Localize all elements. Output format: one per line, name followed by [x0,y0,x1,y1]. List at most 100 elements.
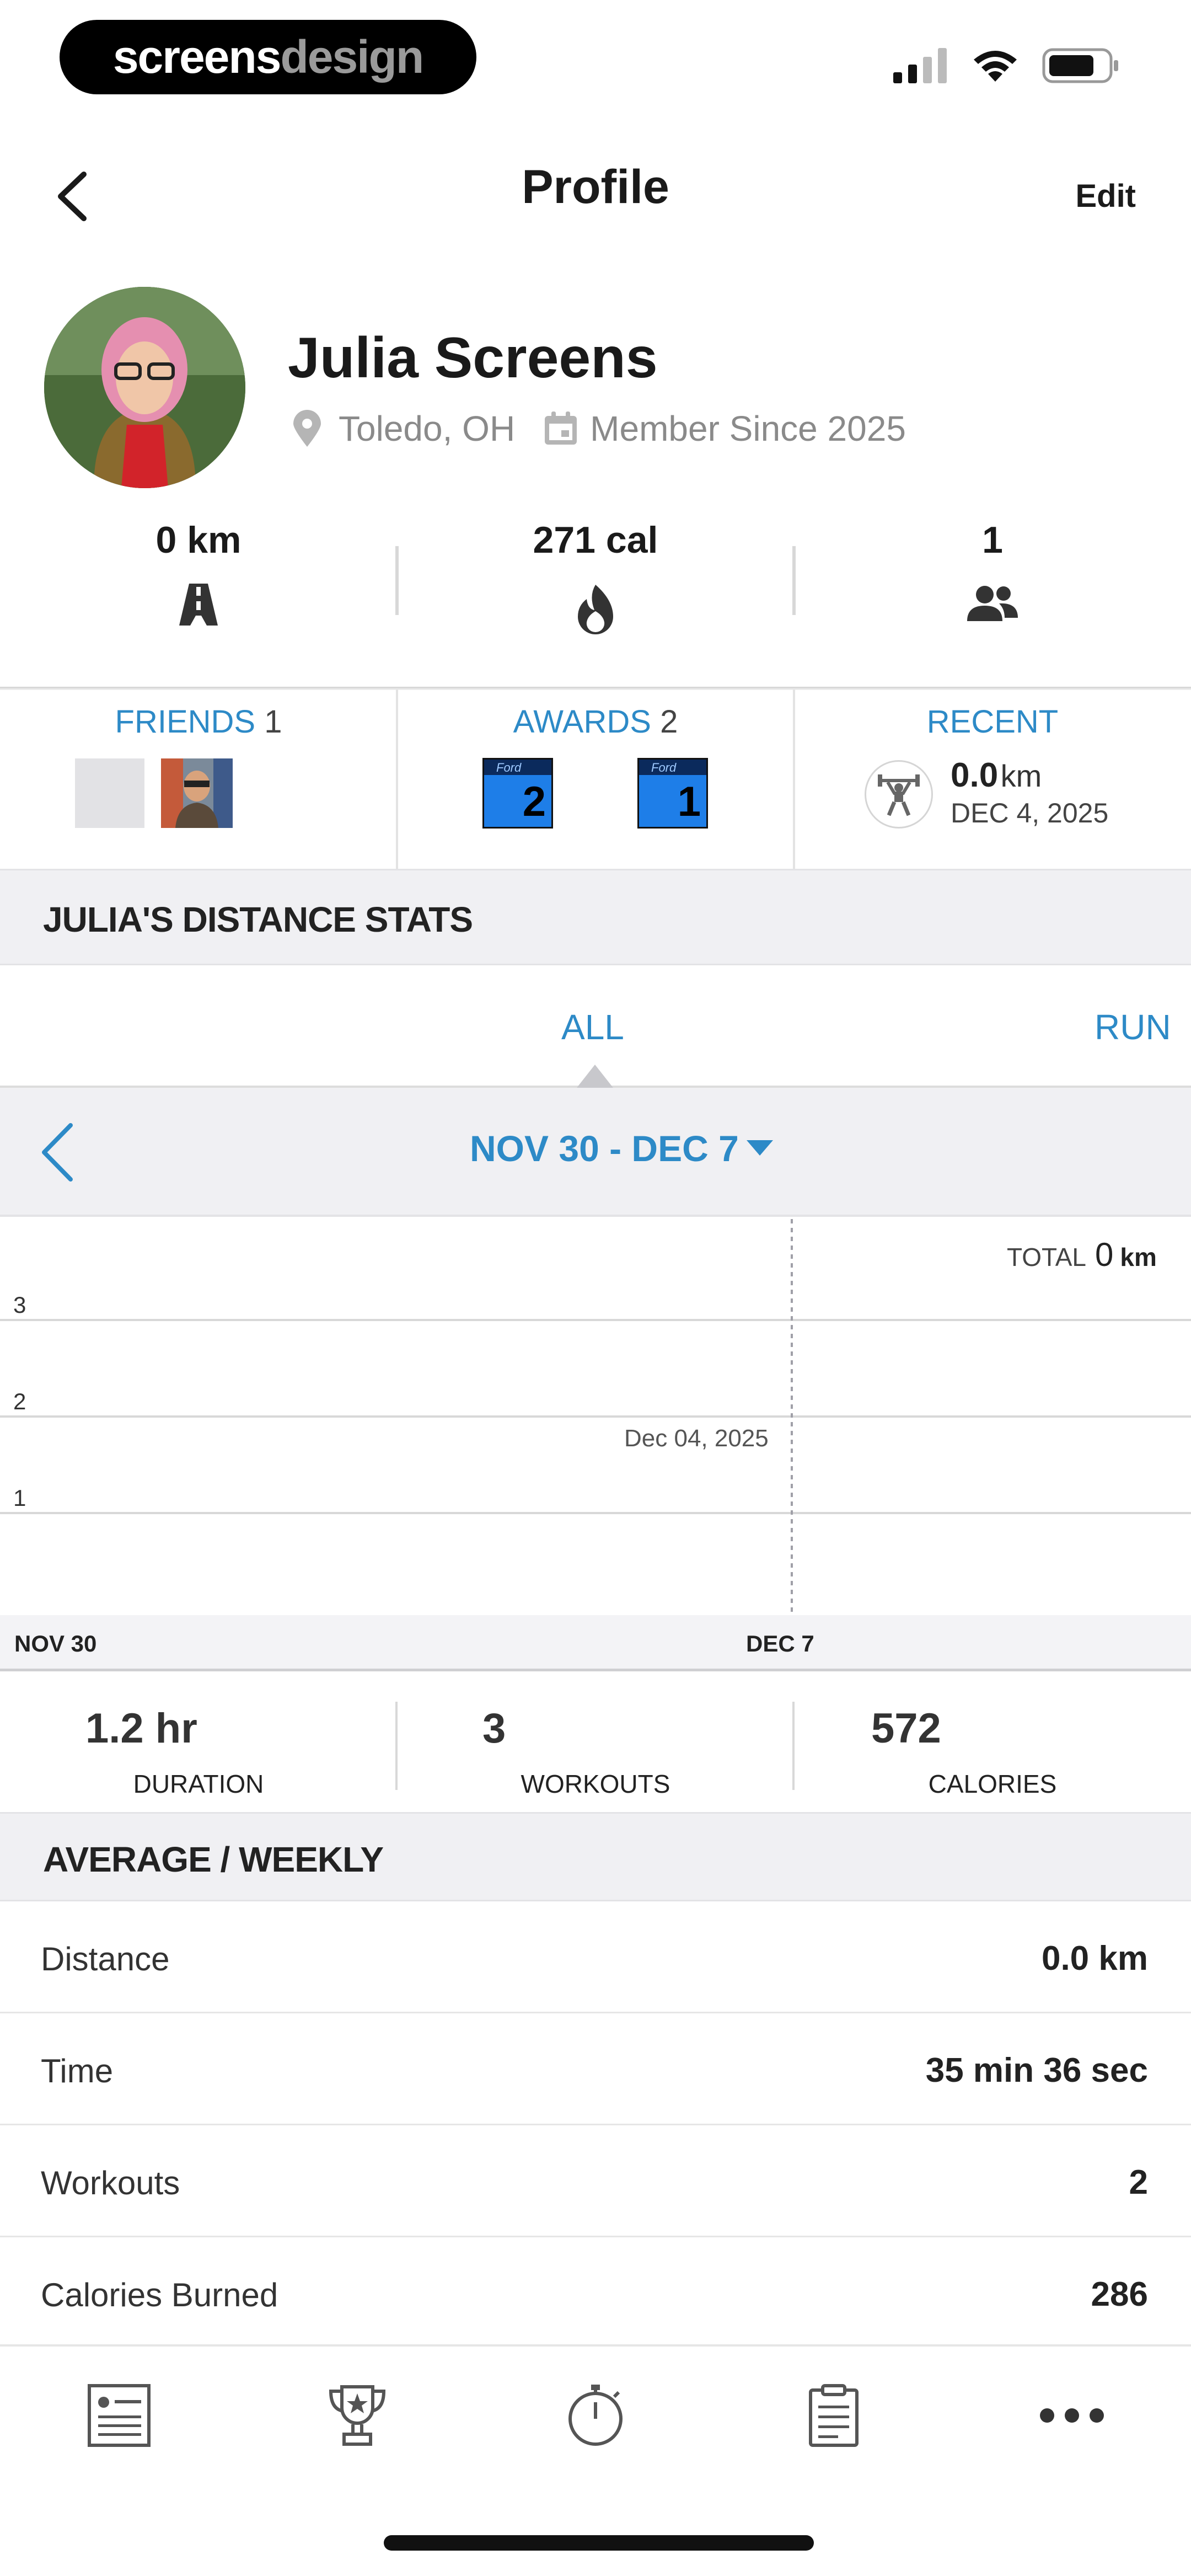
page-title: Profile [522,161,669,213]
awards-count: 2 [660,704,678,740]
chart-total-value: 0 [1095,1236,1114,1273]
stat-calories: 271 cal [397,519,794,639]
caret-down-icon [746,1140,773,1156]
road-icon [179,584,218,626]
average-row-distance: Distance 0.0 km [0,1901,1191,2013]
stat-distance-value: 0 km [155,519,242,561]
average-weekly-header: AVERAGE / WEEKLY [0,1812,1191,1901]
more-dots-icon [1040,2408,1104,2423]
tab-all[interactable]: ALL [561,1007,624,1047]
brand-watermark: screens design [60,20,476,94]
friend-photo [161,758,233,828]
tab-run[interactable]: RUN [1095,1007,1171,1047]
flame-icon [578,585,613,634]
recent-label: RECENT [926,704,1059,740]
battery-icon [1042,48,1118,83]
awards-header[interactable]: AWARDS 2 [397,703,794,740]
tab-more[interactable] [1033,2377,1110,2454]
awards-label: AWARDS [513,704,651,740]
tab-awards[interactable] [319,2377,396,2454]
summary-calories-label: CALORIES [928,1770,1057,1798]
average-row-workouts: Workouts 2 [0,2125,1191,2237]
news-feed-icon [88,2384,151,2447]
date-marker-label: Dec 04, 2025 [624,1425,769,1452]
clipboard-icon [809,2384,859,2447]
average-label: Workouts [41,2165,180,2201]
distance-stats-header: JULIA'S DISTANCE STATS [0,869,1191,965]
trophy-icon [329,2385,386,2446]
stat-calories-value: 271 cal [533,519,658,561]
award-badge[interactable]: Ford 1 [637,758,708,829]
friend-avatar-placeholder[interactable] [75,758,144,828]
average-value: 2 [1129,2163,1148,2201]
chart-total: TOTAL 0 km [1007,1236,1157,1274]
distance-chart-svg: 3 2 1 Dec 04, 2025 [0,1219,1191,1616]
summary-duration: 1.2 hr DURATION [0,1704,397,1799]
bottom-tab-bar [0,2344,1191,2488]
x-axis-start-label: NOV 30 [14,1631,97,1656]
chart-total-label: TOTAL [1007,1243,1086,1271]
weightlifting-icon [878,774,920,816]
member-since-text: Member Since 2025 [590,409,906,448]
stopwatch-icon [568,2385,623,2446]
stat-distance: 0 km [0,519,397,639]
friends-header[interactable]: FRIENDS 1 [0,703,397,740]
signal-icon [893,48,947,83]
summary-workouts-value: 3 [482,1705,506,1752]
location-pin-icon [293,410,321,447]
tab-feed[interactable] [81,2377,158,2454]
tab-record-workout[interactable] [557,2377,634,2454]
activity-tabs: ALL RUN [0,965,1191,1088]
people-icon [967,586,1018,621]
tab-indicator-caret [577,1065,613,1088]
friend-avatar[interactable] [161,758,233,828]
average-label: Distance [41,1941,170,1978]
y-tick-label: 1 [13,1485,26,1511]
date-range-dropdown[interactable]: NOV 30 - DEC 7 [470,1127,773,1169]
avatar[interactable] [44,287,245,488]
award-badge-number: 2 [522,778,546,825]
average-row-time: Time 35 min 36 sec [0,2013,1191,2125]
average-weekly-title: AVERAGE / WEEKLY [43,1840,384,1879]
chart-x-axis: NOV 30 DEC 7 [0,1615,1191,1671]
award-badge-number: 1 [677,778,701,825]
recent-distance-value: 0.0 [951,756,999,794]
distance-stats-title: JULIA'S DISTANCE STATS [43,900,473,939]
prev-week-button[interactable] [39,1122,77,1185]
award-badge-brand: Ford [651,761,677,774]
status-icons [893,47,1119,84]
award-badge[interactable]: Ford 2 [482,758,553,829]
recent-header[interactable]: RECENT [794,703,1191,740]
distance-chart: 3 2 1 Dec 04, 2025 [0,1219,1191,1616]
chevron-left-icon [42,1123,73,1182]
x-axis-end-label: DEC 7 [746,1631,814,1656]
recent-date: DEC 4, 2025 [951,798,1109,829]
profile-meta: Toledo, OH Member Since 2025 [292,408,906,449]
summary-workouts: 3 WORKOUTS [397,1704,794,1799]
tab-log[interactable] [795,2377,872,2454]
header-separator [0,687,1191,690]
friends-count: 1 [264,704,282,740]
calendar-icon [545,411,577,445]
brand-right-text: design [280,31,424,83]
avatar-photo [44,287,245,488]
date-range-label: NOV 30 - DEC 7 [470,1128,739,1169]
award-badge-brand: Ford [496,761,522,774]
location-text: Toledo, OH [339,409,516,448]
date-range-bar: NOV 30 - DEC 7 [0,1088,1191,1217]
average-value: 35 min 36 sec [925,2051,1148,2089]
summary-duration-value: 1.2 hr [85,1705,197,1752]
friends-label: FRIENDS [115,704,256,740]
recent-distance-unit: km [1000,758,1042,793]
brand-left-text: screens [112,31,282,83]
average-label: Calories Burned [41,2276,278,2313]
summary-duration-label: DURATION [133,1770,264,1798]
average-row-calories: Calories Burned 286 [0,2237,1191,2349]
summary-calories: 572 CALORIES [794,1704,1191,1799]
summary-calories-value: 572 [871,1705,941,1752]
recent-workout-icon[interactable] [865,760,933,829]
recent-distance: 0.0 km [951,756,1042,795]
edit-button[interactable]: Edit [1075,178,1136,215]
user-name: Julia Screens [288,326,658,390]
y-tick-label: 3 [13,1292,26,1318]
